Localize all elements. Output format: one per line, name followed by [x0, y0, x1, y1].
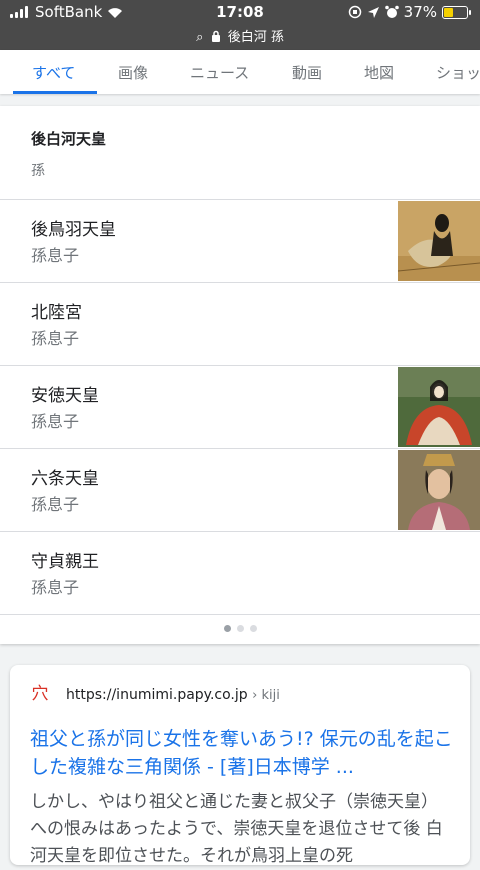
site-favicon-icon: 穴 [31, 684, 49, 704]
item-relation: 孫息子 [31, 412, 80, 431]
result-path: › kiji [252, 688, 280, 703]
search-icon: ⌕ [196, 30, 204, 45]
card-header: 後白河天皇 孫 [0, 106, 480, 200]
result-title-link[interactable]: 祖父と孫が同じ女性を奪いあう!? 保元の乱を起こした複雑な三角関係 - [著]日… [30, 725, 455, 781]
search-tabs: すべて 画像 ニュース 動画 地図 ショッ [0, 50, 480, 94]
item-relation: 孫息子 [31, 495, 80, 514]
carousel-dot[interactable] [236, 625, 244, 632]
portrait-thumbnail [398, 201, 480, 281]
item-name: 後鳥羽天皇 [31, 220, 116, 240]
list-item[interactable]: 守貞親王 孫息子 [0, 532, 480, 615]
tab-shopping[interactable]: ショッ [436, 62, 480, 83]
address-bar[interactable]: ⌕ 後白河 孫 [0, 26, 480, 45]
card-title: 後白河天皇 [31, 130, 107, 148]
list-item[interactable]: 後鳥羽天皇 孫息子 [0, 200, 480, 283]
list-item[interactable]: 安徳天皇 孫息子 [0, 366, 480, 449]
status-icons: 37% [348, 3, 471, 21]
result-snippet: しかし、やはり祖父と通じた妻と叔父子（崇徳天皇） への恨みはあったようで、崇徳天… [30, 792, 443, 866]
item-name: 守貞親王 [31, 552, 99, 572]
tab-maps[interactable]: 地図 [364, 62, 394, 83]
lock-icon [211, 30, 220, 42]
status-bar: SoftBank 17:08 37% ⌕ 後白河 孫 [0, 0, 480, 50]
battery-icon [442, 5, 471, 19]
item-name: 北陸宮 [31, 303, 82, 323]
url-text: 後白河 孫 [227, 30, 284, 45]
tab-images[interactable]: 画像 [118, 62, 148, 83]
item-relation: 孫息子 [31, 329, 80, 348]
list-item[interactable]: 六条天皇 孫息子 [0, 449, 480, 532]
carousel-dot[interactable] [249, 625, 257, 632]
tab-videos[interactable]: 動画 [292, 62, 322, 83]
tab-all[interactable]: すべて [32, 62, 75, 83]
location-icon [367, 6, 379, 18]
orientation-lock-icon [348, 5, 361, 19]
result-source[interactable]: https://inumimi.papy.co.jp › kiji [66, 687, 280, 703]
carousel-dot[interactable] [223, 625, 231, 632]
card-subtitle: 孫 [31, 163, 45, 179]
carousel-dots [0, 625, 480, 632]
item-name: 六条天皇 [31, 469, 99, 489]
portrait-thumbnail [398, 367, 480, 447]
battery-percent: 37% [403, 3, 437, 21]
list-item[interactable]: 北陸宮 孫息子 [0, 283, 480, 366]
item-relation: 孫息子 [31, 578, 80, 597]
tab-news[interactable]: ニュース [190, 62, 249, 83]
alarm-icon [384, 5, 399, 18]
search-result: 穴 https://inumimi.papy.co.jp › kiji 祖父と孫… [10, 665, 470, 866]
item-name: 安徳天皇 [31, 386, 99, 406]
portrait-thumbnail [398, 450, 480, 530]
active-tab-indicator [13, 91, 97, 94]
item-relation: 孫息子 [31, 246, 80, 265]
knowledge-card: 後白河天皇 孫 後鳥羽天皇 孫息子 北陸宮 孫息子 安徳天皇 孫息子 六条天皇 … [0, 106, 480, 644]
result-url: https://inumimi.papy.co.jp [66, 687, 248, 703]
